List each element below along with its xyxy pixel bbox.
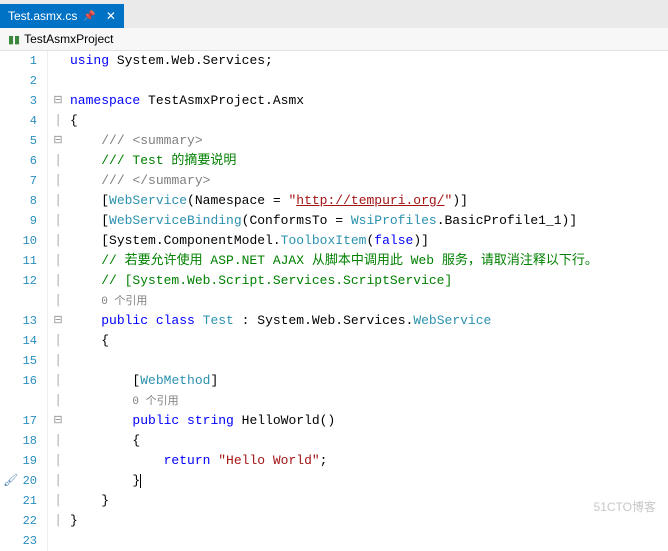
- close-icon[interactable]: ✕: [106, 9, 116, 23]
- line-number: 4: [0, 111, 48, 131]
- project-icon: ▮▮: [8, 33, 20, 46]
- fold-toggle[interactable]: ⊟: [48, 91, 68, 111]
- line-number: 6: [0, 151, 48, 171]
- line-number: 17: [0, 411, 48, 431]
- code-editor[interactable]: 1using System.Web.Services; 2 3⊟namespac…: [0, 51, 668, 551]
- fold-toggle[interactable]: ⊟: [48, 131, 68, 151]
- line-number: 14: [0, 331, 48, 351]
- fold-line: [48, 51, 68, 71]
- fold-toggle[interactable]: ⊟: [48, 311, 68, 331]
- codelens-refs[interactable]: 0 个引用: [101, 296, 147, 308]
- breadcrumb-project: TestAsmxProject: [24, 32, 113, 46]
- line-number: 15: [0, 351, 48, 371]
- codelens-refs[interactable]: 0 个引用: [132, 396, 178, 408]
- text-cursor: [140, 474, 141, 488]
- line-number: 21: [0, 491, 48, 511]
- line-number: 16: [0, 371, 48, 391]
- line-number: 11: [0, 251, 48, 271]
- line-number: 18: [0, 431, 48, 451]
- line-number: 2: [0, 71, 48, 91]
- fold-toggle[interactable]: ⊟: [48, 411, 68, 431]
- line-number: 3: [0, 91, 48, 111]
- line-number: 7: [0, 171, 48, 191]
- line-number: 23: [0, 531, 48, 551]
- tab-filename: Test.asmx.cs: [8, 9, 77, 23]
- file-tab[interactable]: Test.asmx.cs 📌 ✕: [0, 4, 124, 28]
- tab-bar: Test.asmx.cs 📌 ✕: [0, 0, 668, 28]
- line-number: 22: [0, 511, 48, 531]
- line-number: 8: [0, 191, 48, 211]
- pin-icon[interactable]: 📌: [83, 11, 95, 22]
- line-number: 13: [0, 311, 48, 331]
- watermark: 51CTO博客: [594, 498, 656, 515]
- line-number: 19: [0, 451, 48, 471]
- line-number: 12: [0, 271, 48, 291]
- line-number: 9: [0, 211, 48, 231]
- line-number: [0, 391, 48, 411]
- breadcrumb[interactable]: ▮▮ TestAsmxProject: [0, 28, 668, 51]
- brush-icon: 🖌: [3, 471, 18, 491]
- line-number: 1: [0, 51, 48, 71]
- line-number: [0, 291, 48, 311]
- line-number: 5: [0, 131, 48, 151]
- line-number: 10: [0, 231, 48, 251]
